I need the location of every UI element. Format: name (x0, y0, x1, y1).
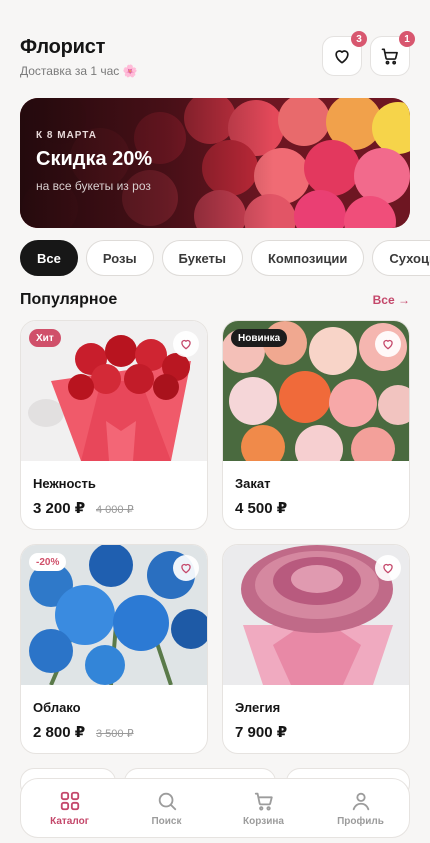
product-card[interactable]: -20% Облако 2 800 ₽ 3 500 ₽ (20, 544, 208, 754)
heart-icon (181, 339, 191, 350)
banner-subtext: на все букеты из роз (36, 179, 151, 193)
product-name: Облако (33, 700, 81, 715)
product-price: 4 500 ₽ (235, 500, 288, 517)
chip-bouquets[interactable]: Букеты (161, 240, 243, 276)
product-card[interactable]: Элегия 7 900 ₽ (222, 544, 410, 754)
delivery-text: Доставка за 1 час (20, 64, 120, 78)
product-old-price: 3 500 ₽ (96, 728, 134, 740)
like-button[interactable] (375, 331, 401, 357)
tab-label: Каталог (50, 815, 89, 827)
cart-count-badge: 1 (399, 31, 415, 47)
tab-label: Поиск (151, 815, 182, 827)
like-button[interactable] (375, 555, 401, 581)
product-name: Закат (235, 476, 271, 491)
cart-icon (381, 48, 398, 65)
tab-cart[interactable]: Корзина (215, 779, 312, 837)
product-card[interactable]: Новинка Закат 4 500 ₽ (222, 320, 410, 530)
cart-button[interactable]: 1 (370, 31, 415, 76)
banner-headline: Скидка 20% (36, 148, 153, 170)
see-all-link[interactable]: Все → (373, 293, 410, 307)
product-old-price: 4 000 ₽ (96, 504, 134, 516)
like-button[interactable] (173, 555, 199, 581)
like-button[interactable] (173, 331, 199, 357)
grid-icon (60, 791, 79, 810)
tab-label: Корзина (243, 815, 284, 827)
bottom-tab-bar: Каталог Поиск Корзина Профиль (20, 778, 410, 838)
promo-banner[interactable]: К 8 МАРТА Скидка 20% на все букеты из ро… (20, 98, 410, 228)
chip-roses[interactable]: Розы (85, 240, 154, 276)
product-price: 7 900 ₽ (235, 724, 288, 741)
product-price: 3 200 ₽ (33, 500, 86, 517)
search-icon (158, 792, 176, 810)
tag-badge: Новинка (231, 329, 288, 347)
product-price: 2 800 ₽ (33, 724, 86, 741)
tab-profile[interactable]: Профиль (312, 779, 409, 837)
category-chips: Все Розы Букеты Композиции Сухоцветы (20, 240, 430, 276)
banner-kicker: К 8 МАРТА (36, 130, 98, 141)
heart-icon (383, 339, 393, 350)
popular-section-header: Популярное Все → (20, 291, 410, 311)
app-header: Флорист Доставка за 1 час 🌸 3 1 (20, 31, 415, 80)
favorites-count-badge: 3 (351, 31, 367, 47)
product-name: Элегия (235, 700, 281, 715)
chip-compositions[interactable]: Композиции (250, 240, 365, 276)
tag-badge: -20% (29, 553, 67, 571)
tab-catalog[interactable]: Каталог (21, 779, 118, 837)
heart-icon (383, 563, 393, 574)
tab-search[interactable]: Поиск (118, 779, 215, 837)
heart-icon (335, 50, 349, 64)
chip-all[interactable]: Все (20, 240, 78, 276)
product-name: Нежность (33, 476, 96, 491)
favorites-button[interactable]: 3 (322, 31, 367, 76)
user-icon (352, 792, 369, 810)
heart-icon (181, 563, 191, 574)
tag-badge: Хит (29, 329, 61, 347)
section-title: Популярное (20, 291, 118, 308)
chip-dried-flowers[interactable]: Сухоцветы (372, 240, 430, 276)
product-card[interactable]: Хит Нежность 3 200 ₽ 4 000 ₽ (20, 320, 208, 530)
cart-icon (254, 792, 273, 810)
blossom-emoji: 🌸 (122, 64, 138, 78)
tab-label: Профиль (337, 815, 384, 827)
